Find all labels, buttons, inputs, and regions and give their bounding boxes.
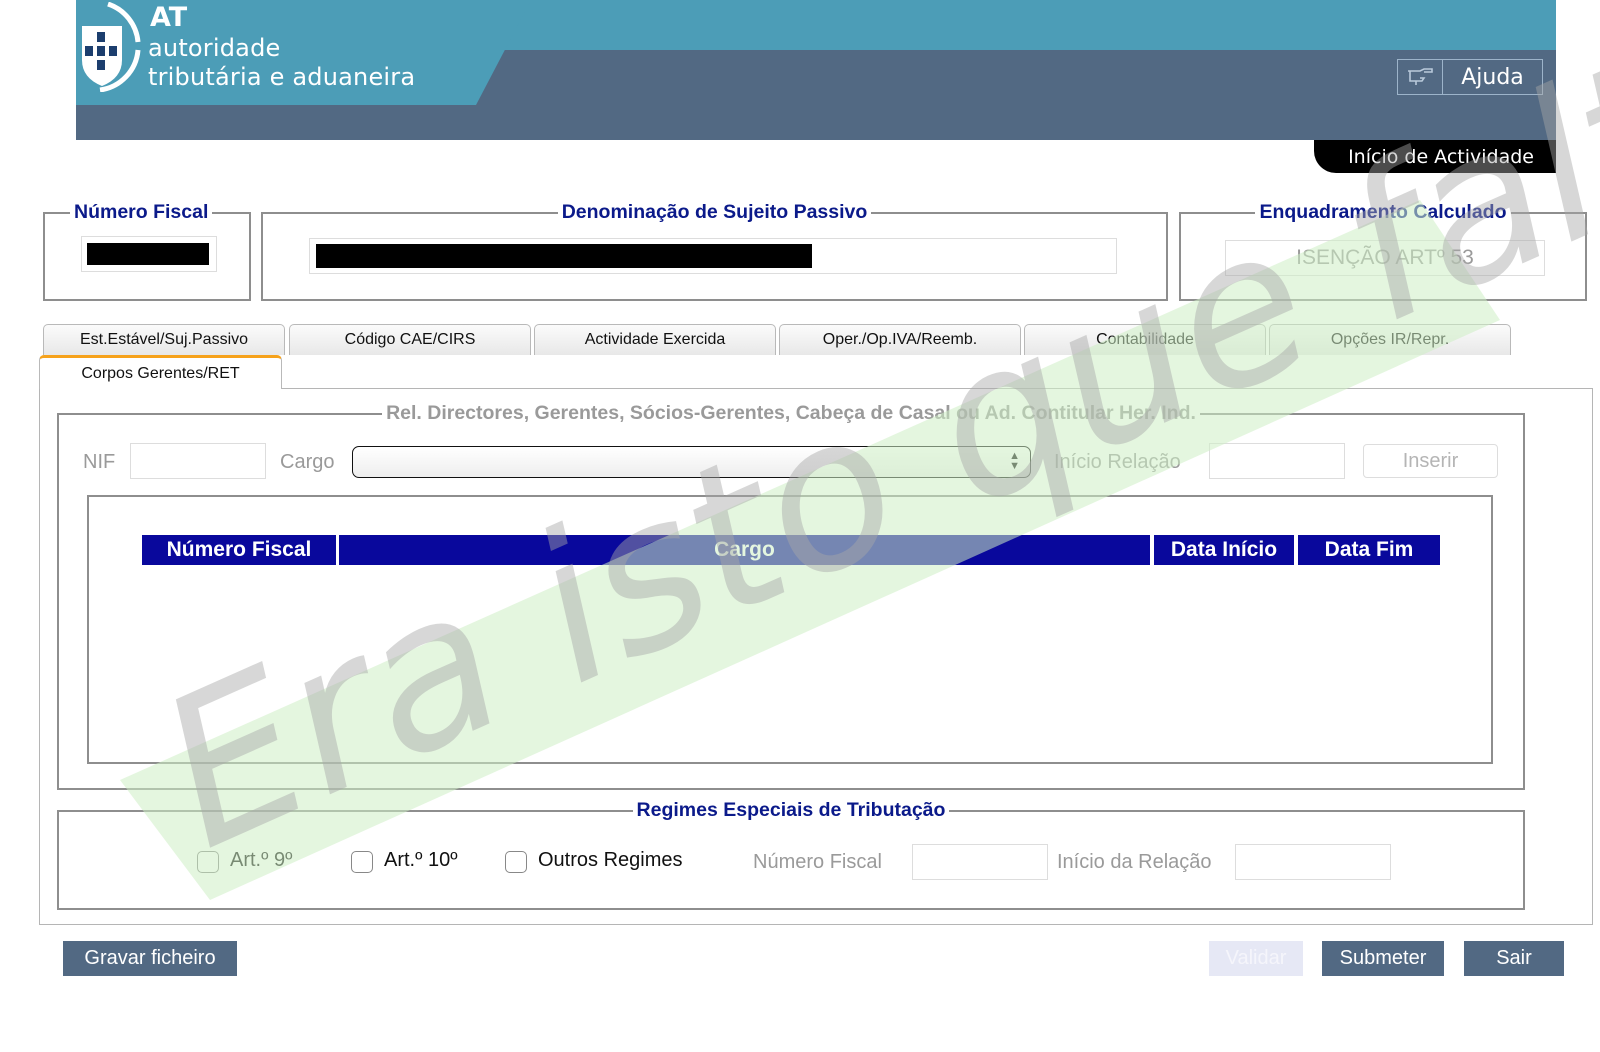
- insert-button[interactable]: Inserir: [1363, 444, 1498, 478]
- tab-corpos-gerentes[interactable]: Corpos Gerentes/RET: [39, 355, 282, 389]
- logo-text: AT autoridade tributária e aduaneira: [148, 4, 415, 89]
- denominacao-field: [309, 238, 1117, 274]
- save-file-button[interactable]: Gravar ficheiro: [63, 941, 237, 976]
- enquadramento-value: ISENÇÃO ARTº 53: [1225, 240, 1545, 276]
- nif-input[interactable]: [130, 443, 266, 479]
- directors-legend: Rel. Directores, Gerentes, Sócios-Gerent…: [382, 402, 1200, 424]
- select-arrows-icon: ▲ ▼: [1009, 450, 1020, 472]
- checkbox-art9-label: Art.º 9º: [230, 849, 293, 871]
- at-shield-icon: [82, 2, 141, 92]
- checkbox-art9[interactable]: [197, 851, 219, 873]
- tab-contabilidade[interactable]: Contabilidade: [1024, 324, 1266, 355]
- cargo-label: Cargo: [280, 451, 335, 473]
- logo-at: AT: [150, 2, 188, 33]
- logo-line-1: autoridade: [148, 34, 281, 62]
- numero-fiscal-box: Número Fiscal: [43, 201, 251, 301]
- numero-fiscal-field: [81, 236, 217, 272]
- cargo-select[interactable]: ▲ ▼: [352, 446, 1031, 478]
- header-banner: AT autoridade tributária e aduaneira Aju…: [76, 0, 1556, 140]
- logo-slant: [476, 0, 531, 105]
- regime-nif-label: Número Fiscal: [753, 851, 882, 873]
- exit-button[interactable]: Sair: [1464, 941, 1564, 976]
- regime-nif-input[interactable]: [912, 844, 1048, 880]
- inicio-relacao-label: Início Relação: [1054, 451, 1181, 473]
- regime-inicio-input[interactable]: [1235, 844, 1391, 880]
- checkbox-outros-label: Outros Regimes: [538, 849, 683, 871]
- tab-actividade-exercida[interactable]: Actividade Exercida: [534, 324, 776, 355]
- tab-oper-iva[interactable]: Oper./Op.IVA/Reemb.: [779, 324, 1021, 355]
- col-header-data-inicio: Data Início: [1154, 535, 1294, 565]
- numero-fiscal-title: Número Fiscal: [70, 201, 213, 223]
- checkbox-art10[interactable]: [351, 851, 373, 873]
- tab-opcoes-ir[interactable]: Opções IR/Repr.: [1269, 324, 1511, 355]
- enquadramento-box: Enquadramento Calculado ISENÇÃO ARTº 53: [1179, 201, 1587, 301]
- checkbox-art10-label: Art.º 10º: [384, 849, 458, 871]
- nif-label: NIF: [83, 451, 116, 473]
- help-button[interactable]: Ajuda: [1397, 59, 1543, 95]
- page-tag: Início de Actividade: [1314, 140, 1556, 173]
- enquadramento-title: Enquadramento Calculado: [1255, 201, 1511, 223]
- inicio-relacao-input[interactable]: [1209, 443, 1345, 479]
- submit-button[interactable]: Submeter: [1322, 941, 1444, 976]
- tab-est-estavel[interactable]: Est.Estável/Suj.Passivo: [43, 324, 285, 355]
- col-header-cargo: Cargo: [339, 535, 1150, 565]
- redaction-bar: [316, 244, 812, 268]
- validate-button[interactable]: Validar: [1209, 941, 1303, 976]
- pointing-hand-icon: [1398, 60, 1443, 94]
- col-header-data-fim: Data Fim: [1298, 535, 1440, 565]
- checkbox-outros-regimes[interactable]: [505, 851, 527, 873]
- redaction-bar: [87, 243, 209, 265]
- denominacao-title: Denominação de Sujeito Passivo: [557, 201, 872, 223]
- logo-line-2: tributária e aduaneira: [148, 63, 416, 91]
- denominacao-box: Denominação de Sujeito Passivo: [261, 201, 1168, 301]
- regime-inicio-label: Início da Relação: [1057, 851, 1212, 873]
- tab-codigo-cae[interactable]: Código CAE/CIRS: [289, 324, 531, 355]
- regimes-legend: Regimes Especiais de Tributação: [632, 799, 950, 821]
- col-header-numero-fiscal: Número Fiscal: [142, 535, 336, 565]
- help-label: Ajuda: [1461, 64, 1524, 90]
